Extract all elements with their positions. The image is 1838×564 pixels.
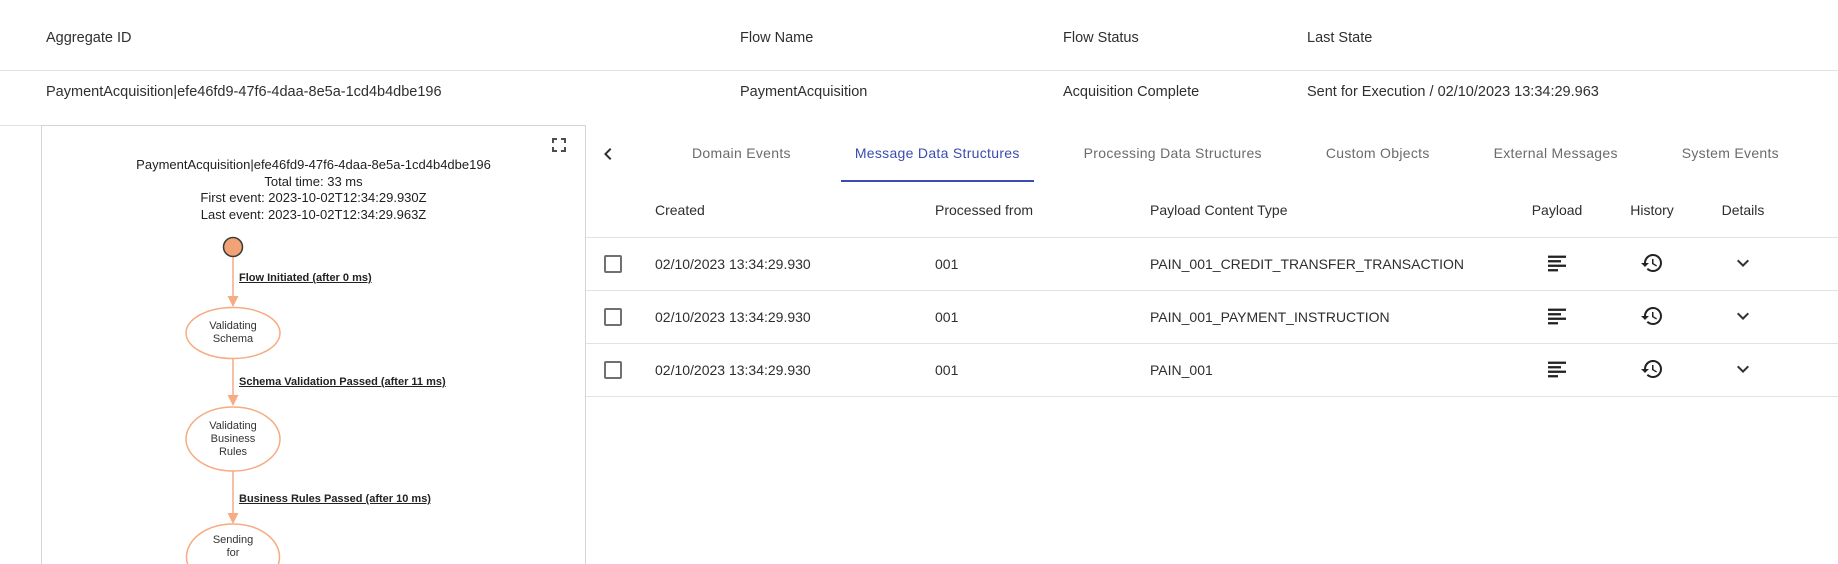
summary-value-flow-status: Acquisition Complete bbox=[1063, 84, 1199, 100]
flow-first-event: First event: 2023-10-02T12:34:29.930Z bbox=[42, 190, 585, 207]
flow-diagram-title: PaymentAcquisition|efe46fd9-47f6-4daa-8e… bbox=[42, 157, 585, 174]
flow-last-event: Last event: 2023-10-02T12:34:29.963Z bbox=[42, 207, 585, 224]
cell-created: 02/10/2023 13:34:29.930 bbox=[655, 309, 935, 325]
col-header-history: History bbox=[1614, 202, 1690, 218]
table-header-row: Created Processed from Payload Content T… bbox=[586, 182, 1838, 238]
state-label-validating-schema: Validating Schema bbox=[163, 320, 303, 346]
tab-domain-events[interactable]: Domain Events bbox=[678, 125, 805, 182]
cell-processed-from: 001 bbox=[935, 256, 1150, 272]
state-label-sending-for: Sending for bbox=[163, 534, 303, 560]
tab-system-events[interactable]: System Events bbox=[1668, 125, 1793, 182]
chevron-down-icon[interactable] bbox=[1731, 304, 1755, 328]
summary-header-flow-name: Flow Name bbox=[740, 30, 813, 46]
flow-diagram-header: PaymentAcquisition|efe46fd9-47f6-4daa-8e… bbox=[42, 157, 585, 223]
table-row: 02/10/2023 13:34:29.930 001 PAIN_001_PAY… bbox=[586, 291, 1838, 344]
cell-payload-content-type: PAIN_001_PAYMENT_INSTRUCTION bbox=[1150, 309, 1500, 325]
cell-payload-content-type: PAIN_001 bbox=[1150, 362, 1500, 378]
summary-header-last-state: Last State bbox=[1307, 30, 1372, 46]
row-checkbox[interactable] bbox=[604, 255, 622, 273]
history-clock-icon[interactable] bbox=[1640, 251, 1664, 275]
payload-lines-icon[interactable] bbox=[1545, 357, 1569, 381]
row-checkbox[interactable] bbox=[604, 361, 622, 379]
table-row: 02/10/2023 13:34:29.930 001 PAIN_001_CRE… bbox=[586, 238, 1838, 291]
summary-value-aggregate-id: PaymentAcquisition|efe46fd9-47f6-4daa-8e… bbox=[46, 84, 442, 100]
tab-message-data-structures[interactable]: Message Data Structures bbox=[841, 125, 1034, 182]
col-header-details: Details bbox=[1690, 202, 1796, 218]
cell-processed-from: 001 bbox=[935, 362, 1150, 378]
tab-bar: Domain Events Message Data Structures Pr… bbox=[586, 125, 1838, 182]
col-header-payload: Payload bbox=[1500, 202, 1614, 218]
chevron-down-icon[interactable] bbox=[1731, 357, 1755, 381]
cell-processed-from: 001 bbox=[935, 309, 1150, 325]
summary-value-flow-name: PaymentAcquisition bbox=[740, 84, 867, 100]
summary-divider bbox=[0, 70, 1838, 71]
row-checkbox[interactable] bbox=[604, 308, 622, 326]
col-header-processed-from: Processed from bbox=[935, 202, 1150, 218]
summary-value-last-state: Sent for Execution / 02/10/2023 13:34:29… bbox=[1307, 84, 1599, 100]
cell-payload-content-type: PAIN_001_CREDIT_TRANSFER_TRANSACTION bbox=[1150, 256, 1500, 272]
col-header-created: Created bbox=[655, 202, 935, 218]
events-panel: Domain Events Message Data Structures Pr… bbox=[586, 125, 1838, 564]
flow-total-time: Total time: 33 ms bbox=[42, 174, 585, 191]
chevron-down-icon[interactable] bbox=[1731, 251, 1755, 275]
summary-header-aggregate-id: Aggregate ID bbox=[46, 30, 131, 46]
state-label-validating-business-rules: Validating Business Rules bbox=[163, 420, 303, 459]
flow-diagram-panel: PaymentAcquisition|efe46fd9-47f6-4daa-8e… bbox=[41, 125, 586, 564]
tab-processing-data-structures[interactable]: Processing Data Structures bbox=[1070, 125, 1276, 182]
col-header-payload-content-type: Payload Content Type bbox=[1150, 202, 1500, 218]
start-state-circle bbox=[224, 238, 243, 257]
cell-created: 02/10/2023 13:34:29.930 bbox=[655, 256, 935, 272]
edge-label-business-rules-passed: Business Rules Passed (after 10 ms) bbox=[239, 493, 431, 505]
summary-header-flow-status: Flow Status bbox=[1063, 30, 1139, 46]
table-row: 02/10/2023 13:34:29.930 001 PAIN_001 bbox=[586, 344, 1838, 397]
chevron-left-icon[interactable] bbox=[596, 142, 620, 166]
edge-label-schema-validation-passed: Schema Validation Passed (after 11 ms) bbox=[239, 376, 446, 388]
tab-external-messages[interactable]: External Messages bbox=[1480, 125, 1632, 182]
history-clock-icon[interactable] bbox=[1640, 304, 1664, 328]
fullscreen-icon[interactable] bbox=[547, 133, 571, 157]
tabs: Domain Events Message Data Structures Pr… bbox=[620, 125, 1838, 182]
payload-lines-icon[interactable] bbox=[1545, 304, 1569, 328]
history-clock-icon[interactable] bbox=[1640, 357, 1664, 381]
tab-custom-objects[interactable]: Custom Objects bbox=[1312, 125, 1444, 182]
edge-label-flow-initiated: Flow Initiated (after 0 ms) bbox=[239, 272, 372, 284]
payload-lines-icon[interactable] bbox=[1545, 251, 1569, 275]
cell-created: 02/10/2023 13:34:29.930 bbox=[655, 362, 935, 378]
